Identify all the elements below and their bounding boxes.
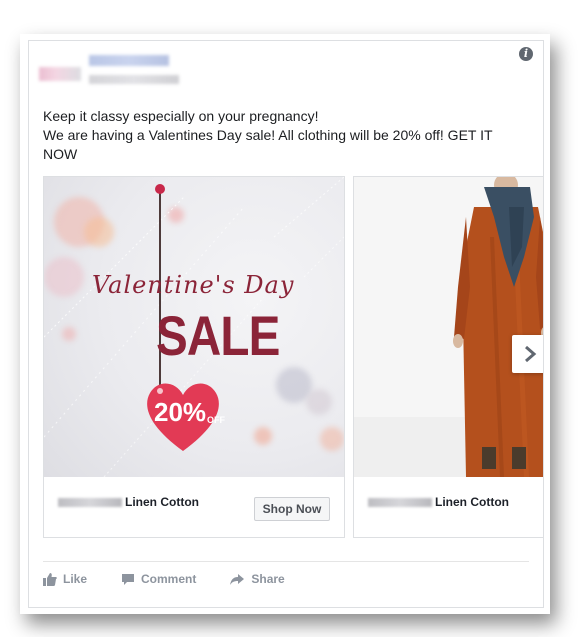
share-button[interactable]: Share [230, 572, 285, 586]
product-name[interactable]: Linen Cotton [58, 495, 199, 509]
comment-label: Comment [141, 572, 197, 586]
like-label: Like [63, 572, 88, 586]
post-text: Keep it classy especially on your pregna… [43, 107, 533, 164]
info-icon[interactable]: i [519, 47, 533, 61]
discount-percent: 20% [154, 397, 207, 427]
chevron-right-icon [525, 345, 537, 363]
thumbs-up-icon [43, 572, 57, 586]
like-button[interactable]: Like [43, 572, 87, 586]
post-text-line: NOW [43, 146, 78, 162]
carousel-card[interactable]: Valentine's Day SALE 20% OFF Linen Cotto… [43, 176, 345, 538]
sale-headline: SALE [156, 304, 280, 367]
post-meta-blurred [89, 75, 179, 84]
product-carousel: Valentine's Day SALE 20% OFF Linen Cotto… [43, 176, 543, 539]
action-divider [43, 561, 529, 562]
product-name-label: Linen Cotton [435, 495, 509, 509]
page-name-blurred[interactable] [89, 55, 169, 66]
blurred-brand [58, 497, 122, 507]
model-in-dress [354, 177, 543, 477]
shop-now-button[interactable]: Shop Now [254, 497, 330, 521]
sponsored-post: i Keep it classy especially on your preg… [28, 40, 544, 608]
product-name-label: Linen Cotton [125, 495, 199, 509]
blurred-brand [368, 497, 432, 507]
linen-dress-image[interactable] [354, 177, 543, 477]
valentines-sale-image[interactable]: Valentine's Day SALE 20% OFF [44, 177, 344, 477]
comment-icon [122, 573, 135, 585]
product-name[interactable]: Linen Cotton [368, 495, 509, 509]
post-text-line: We are having a Valentines Day sale! All… [43, 127, 493, 143]
comment-button[interactable]: Comment [121, 572, 196, 586]
carousel-next-button[interactable] [512, 335, 543, 373]
post-text-line: Keep it classy especially on your pregna… [43, 108, 319, 124]
discount-off: OFF [207, 415, 226, 425]
page-avatar[interactable] [39, 67, 81, 81]
share-arrow-icon [230, 573, 245, 585]
share-label: Share [251, 572, 285, 586]
action-bar: Like Comment Share [43, 572, 319, 586]
valentines-script: Valentine's Day [92, 271, 295, 299]
